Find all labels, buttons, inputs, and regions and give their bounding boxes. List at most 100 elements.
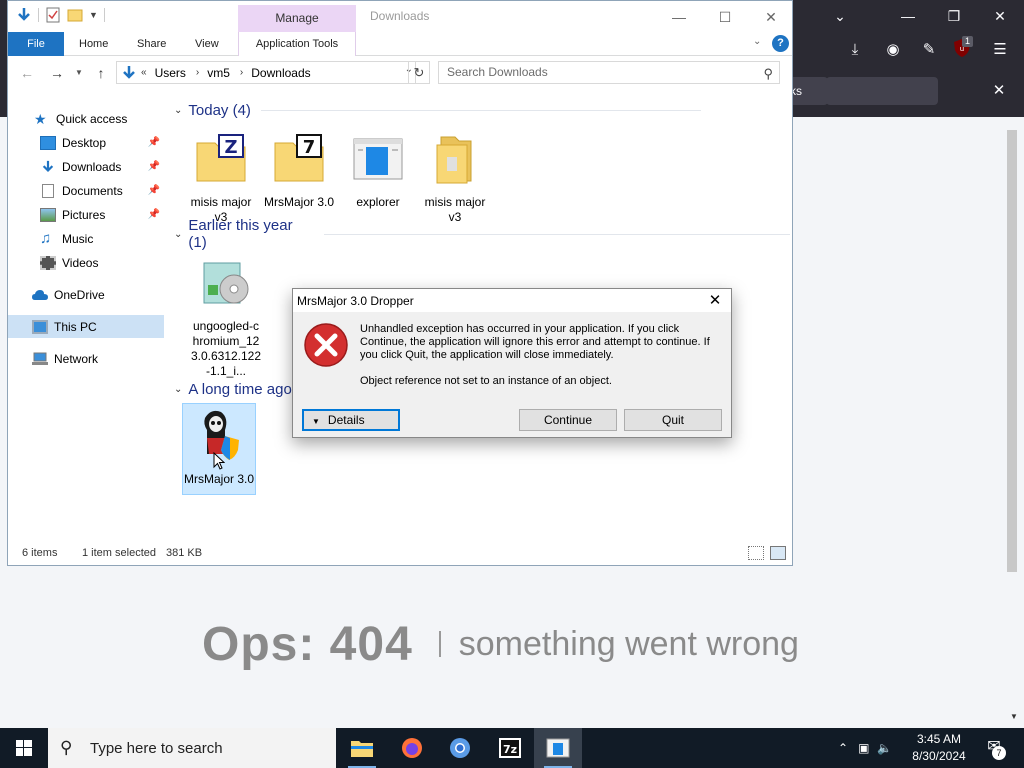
breadcrumb-separator-icon[interactable]: › [240, 67, 243, 78]
file-item[interactable]: explorer [341, 127, 415, 210]
group-header-today[interactable]: ⌄ Today (4) [174, 99, 701, 121]
recent-locations-chevron-icon[interactable]: ▼ [68, 62, 90, 84]
downloads-icon[interactable]: ⤓ [843, 38, 867, 62]
error-404-message: Ops: 404 something went wrong [202, 612, 799, 676]
explorer-titlebar: ▼ Manage Downloads — ☐ ✕ [8, 1, 792, 32]
file-item-selected[interactable]: MrsMajor 3.0 [182, 403, 256, 495]
pin-icon[interactable]: 📌 [148, 185, 160, 196]
search-icon[interactable]: ⚲ [763, 63, 773, 84]
sidebar-item-documents[interactable]: Documents 📌 [8, 179, 164, 202]
svg-text:7z: 7z [503, 743, 517, 756]
volume-muted-icon[interactable]: 🔈 [877, 741, 892, 755]
start-button[interactable] [0, 728, 48, 768]
refresh-icon[interactable]: ↻ [408, 61, 430, 84]
sidebar-item-label: Desktop [62, 135, 107, 150]
details-button[interactable]: ▼ Details [302, 409, 400, 431]
sidebar-item-downloads[interactable]: Downloads 📌 [8, 155, 164, 178]
forward-arrow-icon[interactable]: → [46, 62, 68, 84]
taskbar-search-input[interactable]: ⚲ Type here to search [48, 728, 336, 768]
properties-icon[interactable] [45, 7, 61, 23]
pin-icon[interactable]: 📌 [148, 137, 160, 148]
tab-list-chevron-icon[interactable]: ⌄ [820, 4, 860, 28]
file-item[interactable]: ungoogled-chromium_123.0.6312.122-1.1_i.… [190, 251, 262, 379]
up-arrow-icon[interactable]: ↑ [90, 62, 112, 84]
address-bar[interactable]: « Users › vm5 › Downloads ⌄ [116, 61, 416, 84]
network-status-icon[interactable]: ▣ [858, 741, 869, 755]
findbar-close-icon[interactable]: ✕ [988, 80, 1010, 102]
manage-context-tab[interactable]: Manage [238, 5, 356, 32]
continue-button[interactable]: Continue [519, 409, 617, 431]
expand-ribbon-chevron-icon[interactable]: ⌄ [753, 36, 761, 47]
large-icons-view-icon[interactable] [770, 546, 786, 560]
tab-view[interactable]: View [186, 32, 228, 56]
sidebar-item-this-pc[interactable]: This PC [8, 315, 164, 338]
taskbar-chromium[interactable] [436, 728, 484, 768]
breadcrumb-downloads[interactable]: Downloads [251, 66, 310, 80]
file-item[interactable]: misis major v3 [418, 127, 492, 225]
breadcrumb-users[interactable]: Users [155, 66, 186, 80]
taskbar-file-explorer[interactable] [338, 728, 386, 768]
findbar-input[interactable] [826, 77, 938, 105]
pin-icon[interactable]: 📌 [148, 161, 160, 172]
download-arrow-icon[interactable] [16, 7, 32, 23]
dialog-exception-detail: Object reference not set to an instance … [360, 375, 612, 387]
account-icon[interactable]: ◉ [881, 38, 905, 62]
sidebar-item-network[interactable]: Network [8, 347, 164, 370]
taskbar-app-window[interactable] [534, 728, 582, 768]
sidebar-item-pictures[interactable]: Pictures 📌 [8, 203, 164, 226]
tab-home[interactable]: Home [70, 32, 117, 56]
breadcrumb-overflow[interactable]: « [141, 67, 147, 78]
collapse-chevron-icon[interactable]: ⌄ [174, 384, 182, 395]
close-button[interactable]: ✕ [748, 3, 794, 31]
back-arrow-icon[interactable]: ← [16, 62, 38, 84]
file-item[interactable]: Z misis major v3 [184, 127, 258, 225]
zip-archive-icon: Z [196, 134, 246, 182]
browser-minimize-button[interactable]: — [888, 4, 928, 28]
tab-file[interactable]: File [8, 32, 64, 56]
breadcrumb-separator-icon[interactable]: › [196, 67, 199, 78]
customize-toolbar-chevron-icon[interactable]: ▼ [89, 10, 98, 20]
sidebar-item-desktop[interactable]: Desktop 📌 [8, 131, 164, 154]
group-header-long-ago[interactable]: ⌄ A long time ago [174, 378, 292, 400]
new-folder-icon[interactable] [67, 7, 83, 23]
details-view-icon[interactable] [748, 546, 764, 560]
sidebar-item-videos[interactable]: Videos [8, 251, 164, 274]
pin-icon[interactable]: 📌 [148, 209, 160, 220]
notification-count-badge: 7 [992, 746, 1006, 760]
collapse-chevron-icon[interactable]: ⌄ [174, 105, 182, 116]
pictures-icon [40, 207, 56, 222]
dialog-message: Unhandled exception has occurred in your… [360, 323, 710, 361]
scroll-down-arrow-icon[interactable]: ▼ [1010, 712, 1018, 721]
tab-application-tools[interactable]: Application Tools [238, 32, 356, 56]
quit-button[interactable]: Quit [624, 409, 722, 431]
sidebar-item-music[interactable]: ♫ Music [8, 227, 164, 250]
download-arrow-icon [42, 160, 54, 172]
selection-info: 1 item selected [82, 547, 156, 559]
navigation-bar: ← → ▼ ↑ « Users › vm5 › Downloads ⌄ ↻ Se… [8, 58, 792, 88]
sidebar-item-label: Quick access [56, 111, 128, 126]
browser-restore-button[interactable]: ❐ [934, 4, 974, 28]
maximize-button[interactable]: ☐ [702, 3, 748, 31]
show-hidden-icons-chevron-icon[interactable]: ⌃ [838, 741, 848, 755]
browser-close-button[interactable]: ✕ [980, 4, 1020, 28]
extensions-icon[interactable]: ✎ [917, 38, 941, 62]
file-item[interactable]: 7 MrsMajor 3.0 [262, 127, 336, 210]
minimize-button[interactable]: — [656, 3, 702, 31]
taskbar-7zip[interactable]: 7z [486, 728, 534, 768]
taskbar-firefox[interactable] [388, 728, 436, 768]
collapse-chevron-icon[interactable]: ⌄ [174, 229, 182, 240]
search-input[interactable]: Search Downloads ⚲ [438, 61, 780, 84]
menu-hamburger-icon[interactable]: ☰ [988, 38, 1012, 62]
tab-share[interactable]: Share [128, 32, 175, 56]
dialog-close-icon[interactable]: ✕ [701, 289, 729, 312]
taskbar-clock[interactable]: 3:45 AM 8/30/2024 [904, 731, 974, 765]
group-header-earlier[interactable]: ⌄ Earlier this year (1) [174, 217, 790, 251]
sidebar-item-quick-access[interactable]: ★ Quick access [8, 107, 164, 130]
page-scrollbar-thumb[interactable] [1007, 130, 1017, 572]
sidebar-item-onedrive[interactable]: OneDrive [8, 283, 164, 306]
file-name: misis major v3 [424, 195, 486, 224]
breadcrumb-vm5[interactable]: vm5 [207, 66, 230, 80]
taskbar: ⚲ Type here to search 7z ⌃ ▣ 🔈 3:45 AM 8… [0, 728, 1024, 768]
installer-disc-icon [203, 262, 249, 304]
help-icon[interactable]: ? [772, 35, 789, 52]
